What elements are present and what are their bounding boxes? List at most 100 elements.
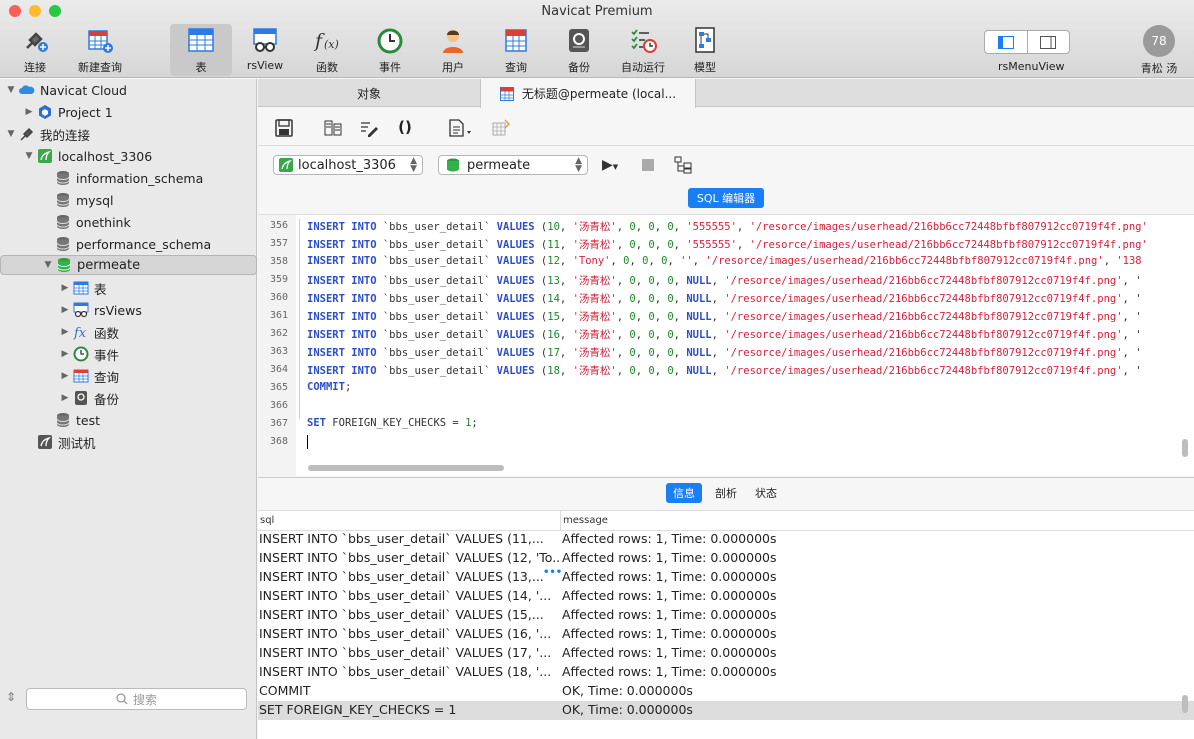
tree-item-my-connections[interactable]: ▼ 我的连接 (0, 123, 257, 145)
toolbar-new-query-button[interactable]: 新建查询 (68, 24, 132, 76)
tree-item-rsviews[interactable]: ▶ rsViews (0, 299, 257, 321)
save-icon[interactable] (274, 118, 294, 138)
sidebar-view-button[interactable] (985, 31, 1028, 53)
tab-status[interactable]: 状态 (748, 483, 784, 503)
code-token: VALUES (496, 311, 541, 323)
cell-sql: SET FOREIGN_KEY_CHECKS = 1 (259, 702, 457, 717)
info-pane-button[interactable] (1028, 31, 1070, 53)
stop-button[interactable] (642, 159, 654, 171)
expand-arrow-icon[interactable]: ▼ (6, 129, 16, 139)
tree-item-events[interactable]: ▶ 事件 (0, 343, 257, 365)
toolbar-user-button[interactable]: 用户 (422, 24, 484, 76)
expand-arrow-icon[interactable]: ▶ (60, 349, 70, 359)
run-button[interactable]: ▶▼ (602, 157, 618, 173)
tree-item-information-schema[interactable]: information_schema (0, 167, 257, 189)
tab-info[interactable]: 信息 (666, 483, 702, 503)
sql-editor-button[interactable]: SQL 编辑器 (688, 188, 764, 208)
tree-item-test[interactable]: test (0, 409, 257, 431)
table-row[interactable]: INSERT INTO `bbs_user_detail` VALUES (12… (258, 549, 1194, 568)
code-token: , (667, 255, 681, 267)
expand-arrow-icon[interactable]: ▶ (60, 305, 70, 315)
code-token: , (654, 347, 668, 359)
code-token: `bbs_user_detail` (382, 255, 497, 267)
connection-select[interactable]: localhost_3306 ▲ ▼ (273, 155, 423, 175)
view-toggle[interactable] (984, 30, 1070, 54)
toolbar-model-button[interactable]: 模型 (674, 24, 736, 76)
tree-item-backups[interactable]: ▶ 备份 (0, 387, 257, 409)
horizontal-scrollbar[interactable] (308, 465, 504, 471)
tab-objects[interactable]: 对象 (258, 79, 480, 107)
table-icon (188, 28, 214, 52)
tree-item-project-1[interactable]: ▶ Project 1 (0, 101, 257, 123)
column-header-sql[interactable]: sql (260, 515, 274, 526)
code-token: NULL (686, 293, 712, 305)
table-row[interactable]: INSERT INTO `bbs_user_detail` VALUES (17… (258, 644, 1194, 663)
expand-arrow-icon[interactable]: ▶ (24, 107, 34, 117)
toolbar-connect-button[interactable]: 连接 (4, 24, 66, 76)
more-icon[interactable]: ••• (543, 567, 562, 578)
avatar[interactable]: 78 (1143, 25, 1175, 57)
toolbar-backup-button[interactable]: 备份 (548, 24, 610, 76)
mysql-connection-icon (38, 149, 52, 163)
query-builder-icon[interactable] (323, 118, 343, 138)
expand-arrow-icon[interactable]: ▶ (60, 393, 70, 403)
sql-editor[interactable]: 356 357 358 359 360 361 362 363 364 365 366 367 368 … (258, 214, 1194, 476)
beautify-sql-icon[interactable] (359, 118, 379, 138)
tree-item-label: performance_schema (76, 236, 212, 252)
toolbar-function-button[interactable]: f (x) 函数 (296, 24, 358, 76)
table-row[interactable]: INSERT INTO `bbs_user_detail` VALUES (16… (258, 625, 1194, 644)
sort-toggle-icon[interactable]: ⇕ (6, 690, 16, 704)
expand-arrow-icon[interactable]: ▶ (60, 371, 70, 381)
line-number-gutter: 356 357 358 359 360 361 362 363 364 365 366 367 368 (258, 215, 296, 476)
query-icon (505, 29, 527, 52)
toolbar-rsview-button[interactable]: rsView (234, 24, 296, 76)
tree-item-tables[interactable]: ▶ 表 (0, 277, 257, 299)
tab-query[interactable]: 无标题@permeate (local... (480, 79, 696, 108)
vertical-scrollbar[interactable] (1182, 439, 1188, 457)
toolbar-query-button[interactable]: 查询 (485, 24, 547, 76)
tree-item-queries[interactable]: ▶ 查询 (0, 365, 257, 387)
cell-sql: INSERT INTO `bbs_user_detail` VALUES (16… (259, 626, 552, 641)
table-row[interactable]: INSERT INTO `bbs_user_detail` VALUES (13… (258, 568, 1194, 587)
table-row[interactable]: INSERT INTO `bbs_user_detail` VALUES (11… (258, 530, 1194, 549)
tree-item-permeate[interactable]: ▼ permeate (0, 255, 257, 275)
toolbar-event-button[interactable]: 事件 (359, 24, 421, 76)
text-template-icon[interactable] (447, 118, 473, 138)
explain-icon[interactable] (674, 156, 692, 174)
code-token: '/resorce/images/userhead/216bb6cc72448b… (724, 275, 1123, 287)
cell-sql: COMMIT (259, 683, 311, 698)
tree-item-label: test (76, 412, 101, 428)
table-row[interactable]: COMMIT OK, Time: 0.000000s (258, 682, 1194, 701)
expand-arrow-icon[interactable]: ▶ (60, 327, 70, 337)
tree-item-onethink[interactable]: onethink (0, 211, 257, 233)
tree-item-navicat-cloud[interactable]: ▼ Navicat Cloud (0, 79, 257, 101)
export-results-icon[interactable] (491, 118, 511, 138)
tree-item-functions[interactable]: ▶ fx 函数 (0, 321, 257, 343)
tab-profile[interactable]: 剖析 (708, 483, 744, 503)
result-scrollbar[interactable] (1182, 695, 1188, 713)
database-select[interactable]: permeate ▲ ▼ (438, 155, 588, 175)
tree-item-localhost[interactable]: ▼ localhost_3306 (0, 145, 257, 167)
toolbar-automation-button[interactable]: 自动运行 (611, 24, 675, 76)
expand-arrow-icon[interactable]: ▼ (6, 85, 16, 95)
code-token: VALUES (496, 293, 541, 305)
toolbar-table-button[interactable]: 表 (170, 24, 232, 76)
expand-arrow-icon[interactable]: ▼ (43, 260, 53, 270)
tree-item-mysql[interactable]: mysql (0, 189, 257, 211)
code-token: , (635, 347, 649, 359)
code-token: , (673, 239, 687, 251)
table-row[interactable]: INSERT INTO `bbs_user_detail` VALUES (15… (258, 606, 1194, 625)
table-row[interactable]: SET FOREIGN_KEY_CHECKS = 1 OK, Time: 0.00… (258, 701, 1194, 720)
sidebar-search-input[interactable]: 搜索 (26, 688, 247, 710)
table-row[interactable]: INSERT INTO `bbs_user_detail` VALUES (14… (258, 587, 1194, 606)
result-grid: sql message INSERT INTO `bbs_user_detail… (258, 510, 1194, 739)
code-snippet-icon[interactable]: () (395, 118, 415, 138)
column-header-message[interactable]: message (563, 515, 608, 526)
tree-item-test-machine[interactable]: 测试机 (0, 431, 257, 453)
code-token: NULL (686, 347, 712, 359)
expand-arrow-icon[interactable]: ▼ (24, 151, 34, 161)
expand-arrow-icon[interactable]: ▶ (60, 283, 70, 293)
tree-item-performance-schema[interactable]: performance_schema (0, 233, 257, 255)
svg-text:fx: fx (73, 326, 87, 340)
table-row[interactable]: INSERT INTO `bbs_user_detail` VALUES (18… (258, 663, 1194, 682)
